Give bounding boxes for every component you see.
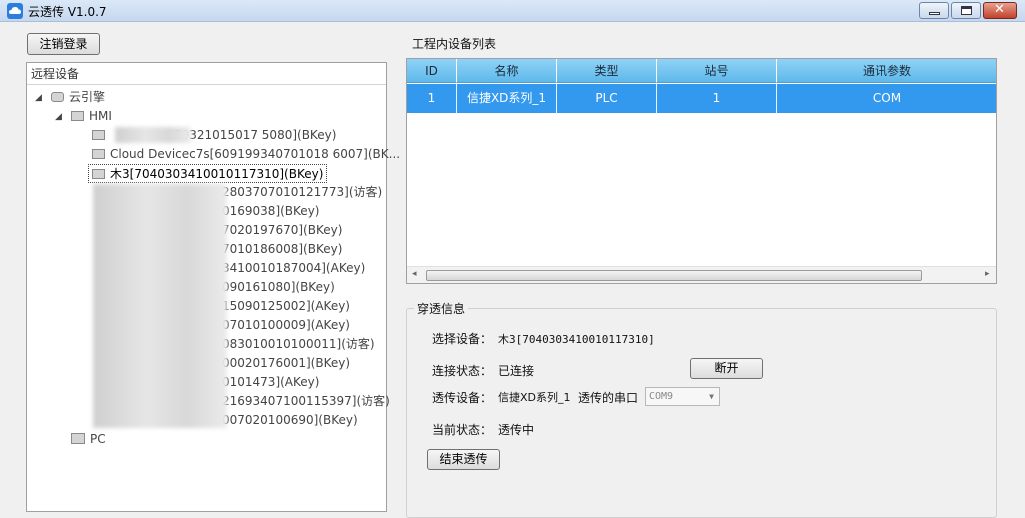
tree-item-label: 0101473](AKey)	[222, 375, 320, 389]
tree-item[interactable]: 2803707010121773](访客)	[222, 183, 382, 202]
chevron-down-icon: ▼	[709, 392, 714, 401]
cell-id: 1	[407, 84, 457, 113]
tree-item-label: 3410010187004](AKey)	[222, 261, 366, 275]
select-device-value: 木3[7040303410010117310]	[498, 333, 655, 346]
transparent-device-value: 信捷XD系列_1	[498, 391, 571, 404]
passthrough-info-title: 穿透信息	[414, 300, 469, 317]
window-right-edge	[1017, 22, 1025, 508]
tree-item-label: 21693407100115397](访客)	[222, 394, 390, 408]
column-header-station[interactable]: 站号	[657, 59, 777, 83]
cloud-engine-icon	[51, 92, 64, 102]
tree-item-label: 2803707010121773](访客)	[222, 185, 383, 199]
passthrough-info-group	[406, 308, 997, 518]
tree-item[interactable]: 007020100690](BKey)	[222, 411, 358, 430]
remote-device-tree[interactable]: 远程设备 ◢ 云引擎 ◢ HMI 79321015017 5080](BKey)…	[26, 62, 400, 512]
tree-item-label: 00020176001](BKey)	[222, 356, 351, 370]
tree-item-label: 007020100690](BKey)	[222, 413, 358, 427]
tree-item[interactable]: 7010186008](BKey)	[222, 240, 342, 259]
transparent-device-label: 透传设备：	[432, 391, 493, 405]
minimize-icon	[929, 12, 940, 15]
tree-node-label: PC	[90, 432, 106, 446]
tree-item-label: 07010100009](AKey)	[222, 318, 350, 332]
tree-item-label: 木3[7040303410010117310](BKey)	[110, 167, 324, 181]
tree-item-label: 15090125002](AKey)	[222, 299, 350, 313]
tree-item[interactable]: 0101473](AKey)	[222, 373, 319, 392]
serial-port-label: 透传的串口	[578, 391, 639, 405]
tree-item-label: 0169038](BKey)	[222, 204, 320, 218]
connection-status-value: 已连接	[498, 364, 535, 378]
tree-item[interactable]: 7020197670](BKey)	[222, 221, 342, 240]
device-list-table[interactable]: ID 名称 类型 站号 通讯参数 1 信捷XD系列_1 PLC 1 COM ◂ …	[406, 58, 997, 284]
current-status-value: 透传中	[498, 423, 535, 437]
tree-node-label: 云引擎	[69, 90, 106, 104]
tree-item-selected[interactable]: 木3[7040303410010117310](BKey)	[88, 164, 328, 183]
tree-node-pc[interactable]: PC	[71, 430, 106, 449]
minimize-button[interactable]	[919, 2, 949, 19]
scrollbar-thumb[interactable]	[426, 270, 922, 281]
tree-item-label: 090161080](BKey)	[222, 280, 335, 294]
scroll-left-icon[interactable]: ◂	[412, 269, 417, 279]
disconnect-button[interactable]: 断开	[690, 358, 763, 379]
hmi-icon	[71, 111, 84, 121]
cell-station: 1	[657, 84, 777, 113]
column-header-id[interactable]: ID	[407, 59, 457, 83]
table-row[interactable]: 1 信捷XD系列_1 PLC 1 COM	[407, 84, 996, 113]
tree-header: 远程设备	[27, 63, 386, 85]
expand-root-icon[interactable]: ◢	[35, 93, 42, 103]
tree-item[interactable]: 07010100009](AKey)	[222, 316, 350, 335]
tree-node-hmi[interactable]: HMI	[71, 107, 112, 126]
redacted-mosaic	[93, 184, 227, 428]
tree-item[interactable]: 00020176001](BKey)	[222, 354, 350, 373]
tree-item[interactable]: 21693407100115397](访客)	[222, 392, 390, 411]
redacted-mosaic	[115, 127, 191, 143]
cell-comm: COM	[777, 84, 996, 113]
tree-item[interactable]: Cloud Devicec7s[609199340701018 6007](BK…	[92, 145, 400, 164]
tree-item-label: 083010010100011](访客)	[222, 337, 375, 351]
cell-type: PLC	[557, 84, 657, 113]
current-status-label: 当前状态：	[432, 423, 493, 437]
serial-port-select[interactable]: COM9 ▼	[645, 387, 720, 406]
tree-item[interactable]: 15090125002](AKey)	[222, 297, 350, 316]
tree-item[interactable]: 3410010187004](AKey)	[222, 259, 365, 278]
pc-icon	[71, 433, 85, 444]
horizontal-scrollbar[interactable]: ◂ ▸	[407, 266, 996, 283]
maximize-icon	[961, 6, 972, 15]
maximize-button[interactable]	[951, 2, 981, 19]
window-title: 云透传 V1.0.7	[28, 5, 107, 19]
scroll-right-icon[interactable]: ▸	[985, 269, 990, 279]
logout-button[interactable]: 注销登录	[27, 33, 100, 55]
column-header-type[interactable]: 类型	[557, 59, 657, 83]
close-button[interactable]: ✕	[983, 2, 1017, 19]
tree-item[interactable]: 090161080](BKey)	[222, 278, 335, 297]
tree-item[interactable]: 0169038](BKey)	[222, 202, 319, 221]
end-passthrough-button[interactable]: 结束透传	[427, 449, 500, 470]
connection-status-label: 连接状态：	[432, 364, 493, 378]
column-header-name[interactable]: 名称	[457, 59, 557, 83]
tree-item[interactable]: 083010010100011](访客)	[222, 335, 375, 354]
device-list-title: 工程内设备列表	[412, 37, 497, 51]
serial-port-value: COM9	[649, 391, 674, 402]
cloud-app-icon	[7, 3, 23, 19]
cell-name: 信捷XD系列_1	[457, 84, 557, 113]
tree-item-label: 7010186008](BKey)	[222, 242, 343, 256]
close-icon: ✕	[994, 2, 1005, 17]
tree-item-label: 7020197670](BKey)	[222, 223, 343, 237]
tree-item-label: Cloud Devicec7s[609199340701018 6007](BK…	[110, 147, 401, 161]
column-header-comm[interactable]: 通讯参数	[777, 59, 996, 83]
hmi-device-icon	[92, 149, 105, 159]
table-header: ID 名称 类型 站号 通讯参数	[407, 59, 996, 83]
tree-node-cloud-engine[interactable]: 云引擎	[51, 88, 105, 107]
title-bar: 云透传 V1.0.7 ✕	[0, 0, 1025, 22]
hmi-device-icon	[92, 169, 105, 179]
hmi-device-icon	[92, 130, 105, 140]
expand-hmi-icon[interactable]: ◢	[55, 112, 62, 122]
select-device-label: 选择设备：	[432, 332, 493, 346]
tree-node-label: HMI	[89, 109, 112, 123]
